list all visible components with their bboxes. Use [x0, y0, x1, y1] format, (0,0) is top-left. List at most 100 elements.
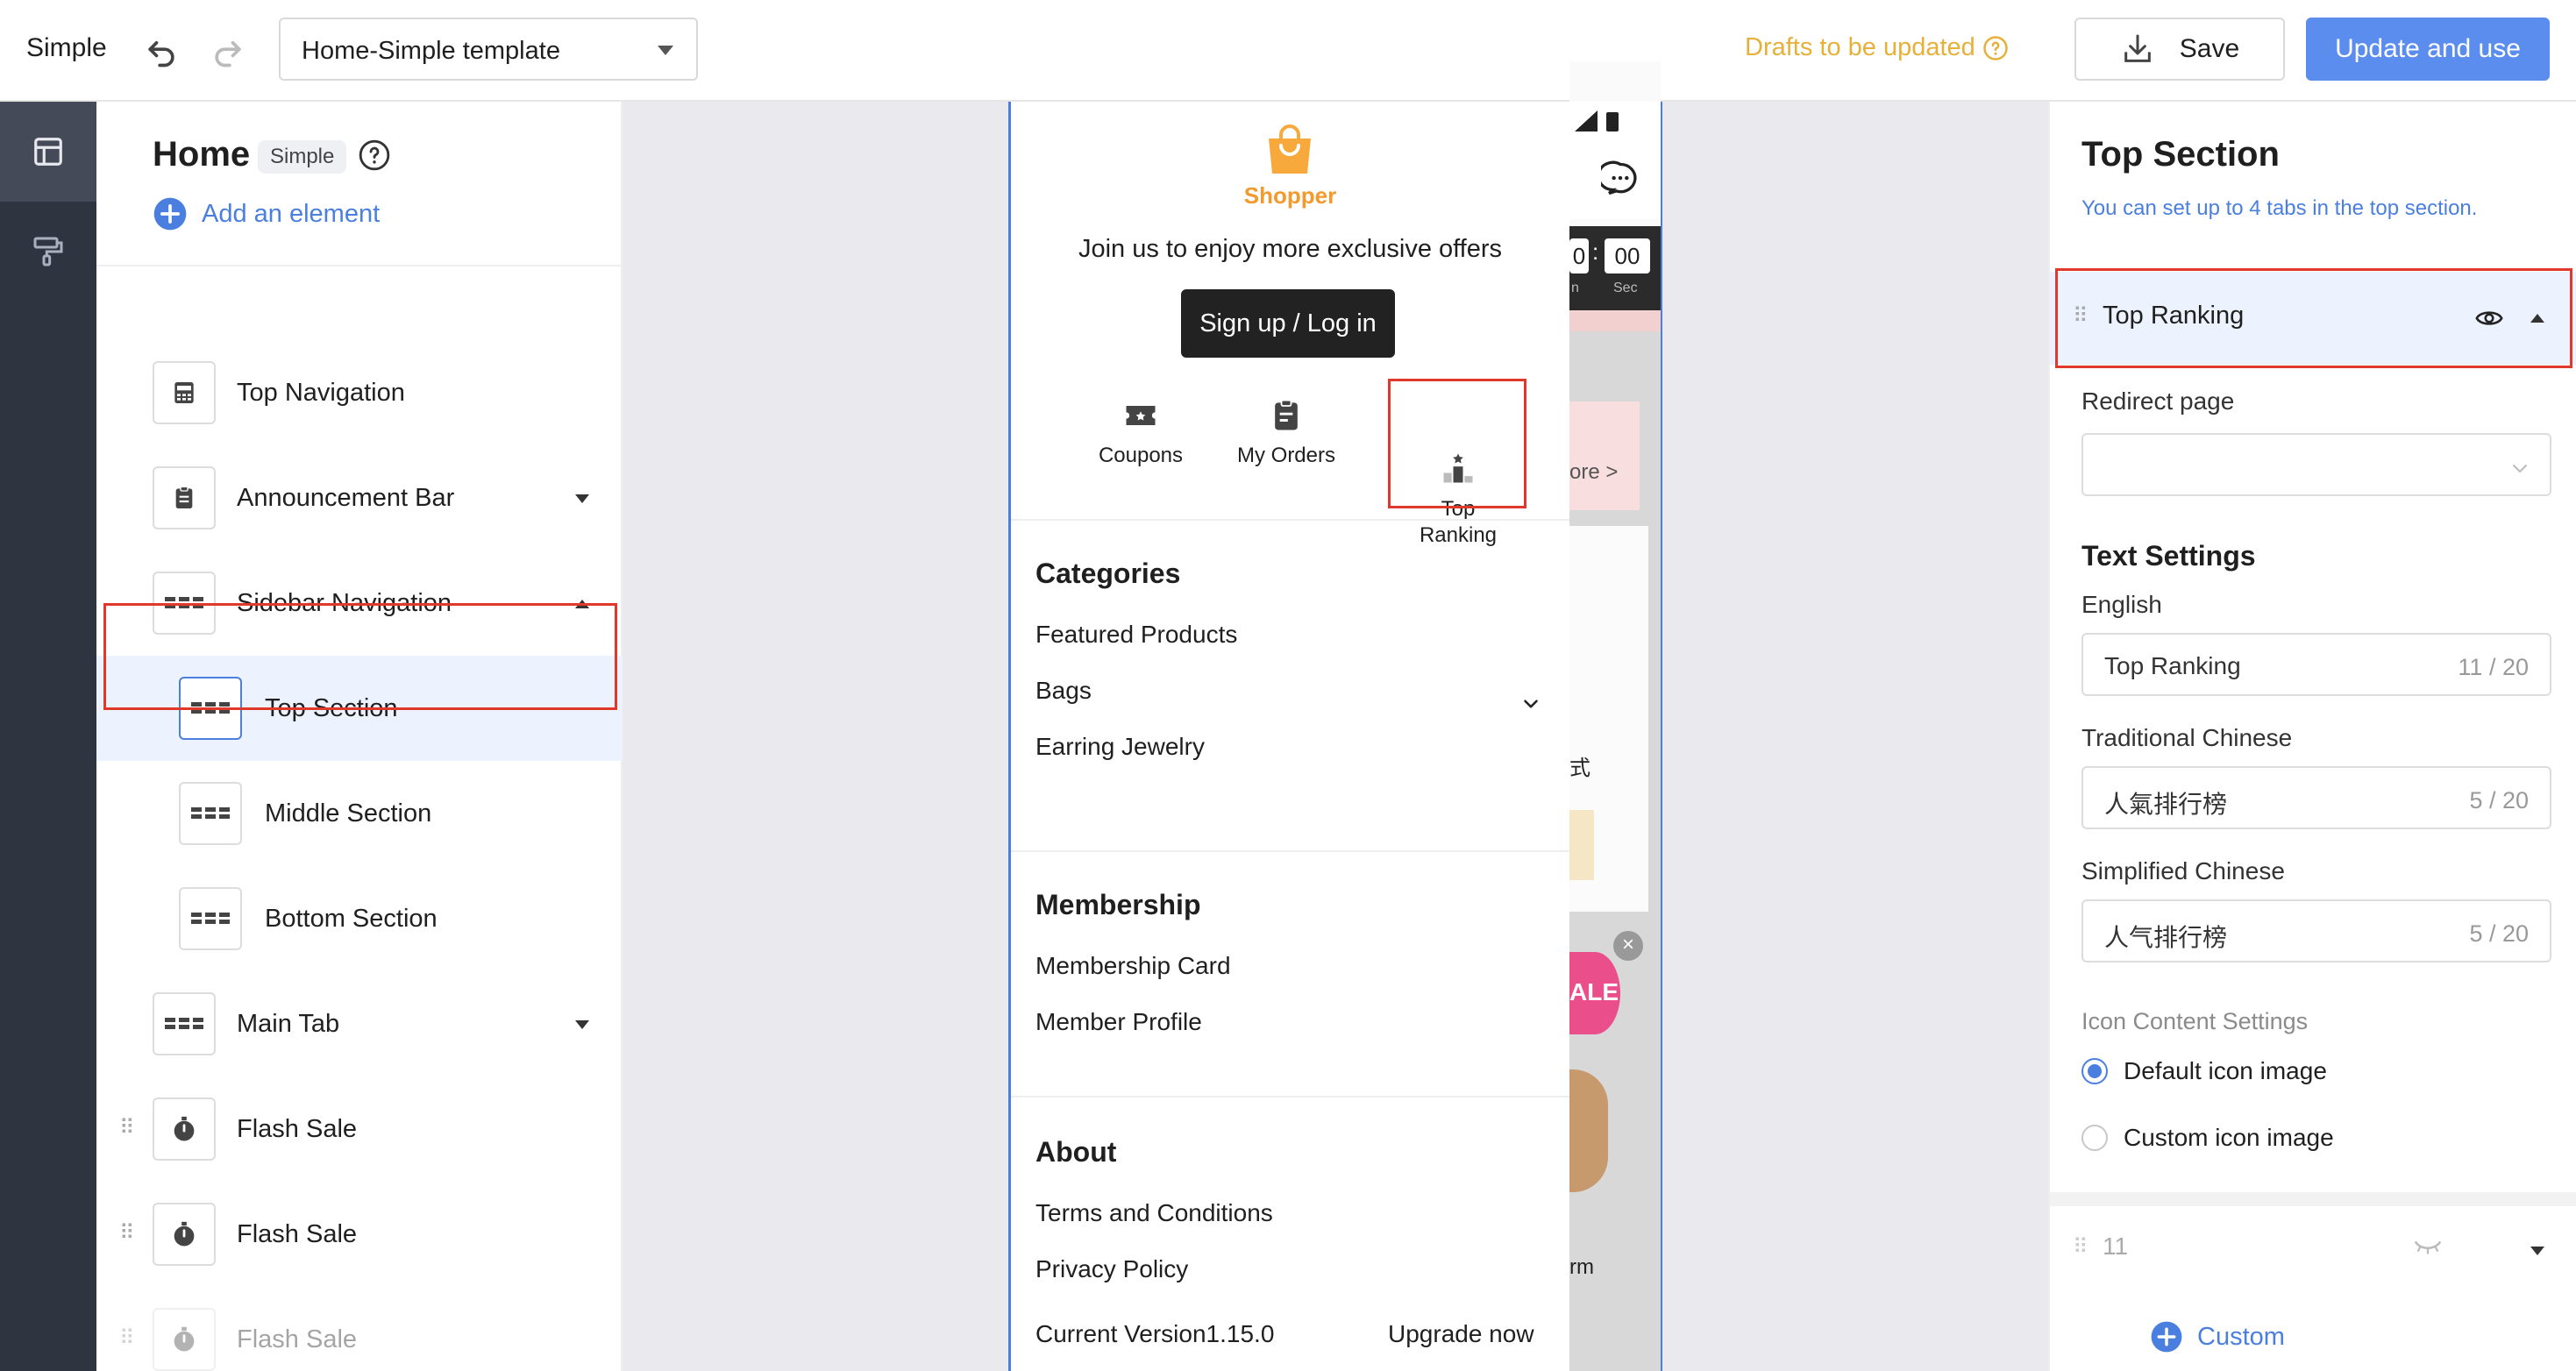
drag-handle-icon[interactable]: ⠿ [119, 1220, 135, 1246]
template-select[interactable]: Home-Simple template [279, 18, 698, 81]
help-icon[interactable] [358, 139, 391, 172]
join-text: Join us to enjoy more exclusive offers [1078, 235, 1503, 263]
stopwatch-icon [153, 1308, 216, 1371]
category-item[interactable]: Bags [1035, 677, 1092, 705]
tree-item-announcement-bar[interactable]: Announcement Bar [96, 445, 623, 551]
settings-panel: Top Section You can set up to 4 tabs in … [2048, 102, 2576, 1371]
redirect-page-select[interactable] [2081, 433, 2551, 496]
category-item[interactable]: Featured Products [1035, 621, 1237, 649]
char-count: 5 / 20 [2469, 920, 2529, 947]
membership-item[interactable]: Membership Card [1035, 952, 1231, 980]
drafts-label: Drafts to be updated [1745, 33, 1975, 61]
close-icon[interactable]: × [1613, 931, 1643, 961]
sale-bubble[interactable]: ALE [1569, 952, 1620, 1034]
traditional-chinese-text-field[interactable]: 人氣排行榜 5 / 20 [2081, 766, 2551, 829]
radio-label: Custom icon image [2124, 1124, 2334, 1151]
version-text: Current Version1.15.0 [1035, 1320, 1275, 1347]
more-link[interactable]: ore > [1569, 460, 1618, 485]
page-header [1569, 102, 1661, 219]
tab-label: 11 [2103, 1232, 2129, 1260]
categories-title: Categories [1035, 558, 1181, 589]
update-and-use-button[interactable]: Update and use [2306, 18, 2550, 81]
question-circle-icon [1982, 35, 2009, 61]
status-bar [1569, 61, 1661, 102]
grid-icon [153, 992, 216, 1055]
simplified-chinese-text-field[interactable]: 人气排行榜 5 / 20 [2081, 899, 2551, 963]
quick-link-my-orders[interactable]: My Orders [1216, 396, 1356, 468]
redo-icon[interactable] [209, 32, 247, 70]
icon-settings-title: Icon Content Settings [2081, 1008, 2309, 1034]
caret-down-icon[interactable] [575, 1020, 589, 1029]
download-icon [2120, 32, 2155, 67]
shop-name: Shopper [1243, 182, 1337, 209]
tree-item-flash-sale[interactable]: ⠿ Flash Sale [96, 1287, 623, 1371]
tree-item-main-tab[interactable]: Main Tab [96, 971, 623, 1076]
membership-item[interactable]: Member Profile [1035, 1008, 1202, 1036]
caret-down-icon[interactable] [2530, 1247, 2544, 1255]
chat-icon[interactable] [1601, 160, 1640, 198]
product-image [1569, 1069, 1608, 1192]
caret-down-icon[interactable] [575, 494, 589, 503]
drag-handle-icon[interactable]: ⠿ [119, 1325, 135, 1351]
divider [1011, 1096, 1569, 1098]
chevron-down-icon[interactable] [1519, 693, 1542, 715]
tree-item-middle-section[interactable]: Middle Section [96, 761, 623, 866]
text-settings-title: Text Settings [2081, 540, 2256, 572]
radio-custom-icon[interactable]: Custom icon image [2081, 1124, 2334, 1152]
layout-icon [32, 135, 65, 168]
tree-item-bottom-section[interactable]: Bottom Section [96, 866, 623, 971]
about-item[interactable]: Privacy Policy [1035, 1255, 1188, 1283]
rail-item-layout[interactable] [0, 102, 96, 202]
radio-default-icon[interactable]: Default icon image [2081, 1057, 2327, 1085]
countdown-sub: n [1571, 281, 1579, 295]
quick-link-label: My Orders [1236, 444, 1335, 467]
grid-icon [179, 782, 242, 845]
top-toolbar: Simple Home-Simple template Drafts to be… [0, 0, 2576, 102]
signup-login-button[interactable]: Sign up / Log in [1181, 289, 1395, 358]
tree-item-label: Announcement Bar [237, 484, 455, 512]
quick-link-label: Coupons [1098, 444, 1184, 467]
radio-label: Default icon image [2124, 1057, 2327, 1084]
page-title: Home [153, 135, 251, 174]
field-label-traditional-chinese: Traditional Chinese [2081, 724, 2293, 751]
tree-item-label: Top Navigation [237, 379, 405, 407]
field-label-english: English [2081, 591, 2162, 618]
selection-highlight [103, 603, 617, 710]
drag-handle-icon[interactable]: ⠿ [119, 1115, 135, 1140]
radio-selected-icon [2081, 1058, 2108, 1084]
tree-item-flash-sale[interactable]: ⠿ Flash Sale [96, 1076, 623, 1182]
quick-link-coupons[interactable]: Coupons [1071, 396, 1211, 468]
plus-circle-icon [2150, 1320, 2183, 1353]
tab-item-2[interactable]: ⠿ 11 [2050, 1208, 2576, 1296]
plus-circle-icon [153, 196, 188, 231]
add-element-label: Add an element [202, 199, 381, 228]
shopping-bag-icon [1262, 124, 1318, 177]
field-value: 人氣排行榜 [2104, 791, 2228, 818]
drafts-status[interactable]: Drafts to be updated [1745, 33, 2009, 62]
product-name: rm [1569, 1255, 1594, 1279]
tab-highlight [2055, 268, 2572, 368]
undo-icon[interactable] [142, 32, 181, 70]
add-custom-tab-button[interactable]: Custom [2150, 1320, 2285, 1353]
save-button[interactable]: Save [2074, 18, 2285, 81]
signal-icon [1573, 107, 1626, 133]
upgrade-link[interactable]: Upgrade now [1388, 1320, 1534, 1348]
rail-item-style[interactable] [0, 202, 96, 302]
drag-handle-icon[interactable]: ⠿ [2073, 1234, 2089, 1260]
left-rail [0, 102, 96, 1371]
add-element-button[interactable]: Add an element [153, 196, 380, 231]
english-text-field[interactable]: Top Ranking 11 / 20 [2081, 633, 2551, 696]
divider [1011, 519, 1569, 521]
category-item[interactable]: Earring Jewelry [1035, 733, 1205, 761]
field-value: 人气排行榜 [2104, 924, 2228, 951]
tree-item-label: Bottom Section [265, 905, 438, 933]
tree-item-flash-sale[interactable]: ⠿ Flash Sale [96, 1182, 623, 1287]
tree-item-label: Flash Sale [237, 1115, 358, 1143]
tree-item-label: Flash Sale [237, 1220, 358, 1248]
eye-closed-icon[interactable] [2413, 1238, 2443, 1255]
about-item[interactable]: Terms and Conditions [1035, 1199, 1273, 1227]
element-panel: Home Simple Add an element Top Navigatio… [96, 102, 623, 1371]
tree-item-label: Main Tab [237, 1010, 340, 1038]
countdown-sec: 00 [1605, 238, 1650, 273]
tree-item-top-navigation[interactable]: Top Navigation [96, 340, 623, 445]
